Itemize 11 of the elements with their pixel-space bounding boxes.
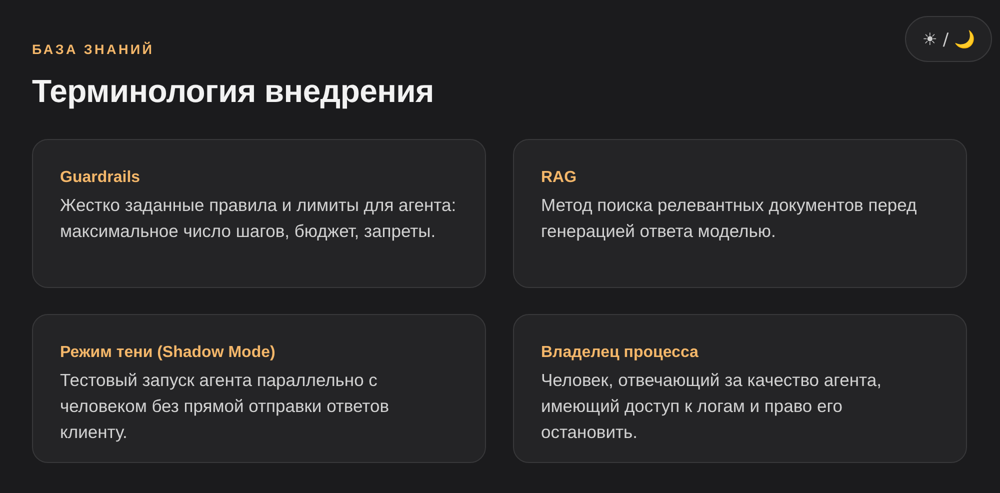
term-description: Жестко заданные правила и лимиты для агента: максимальное число шагов, бюджет, запреты. xyxy=(60,194,458,243)
term-title: RAG xyxy=(541,168,578,188)
section-label: БАЗА ЗНАНИЙ xyxy=(32,42,156,57)
term-description: Человек, отвечающий за качество агента, имеющий доступ к логам и право его остановить. xyxy=(541,369,882,444)
term-description: Тестовый запуск агента параллельно с человеком без прямой отправки ответов клиенту. xyxy=(60,369,390,444)
term-title: Режим тени (Shadow Mode) xyxy=(60,343,276,363)
theme-toggle-button[interactable]: ☀ / 🌙 xyxy=(905,16,992,62)
page-title: Терминология внедрения xyxy=(32,72,435,111)
term-description: Метод поиска релевантных документов перед генерацией ответа моделью. xyxy=(541,194,918,243)
term-title: Владелец процесса xyxy=(541,343,700,363)
term-title: Guardrails xyxy=(60,168,142,188)
